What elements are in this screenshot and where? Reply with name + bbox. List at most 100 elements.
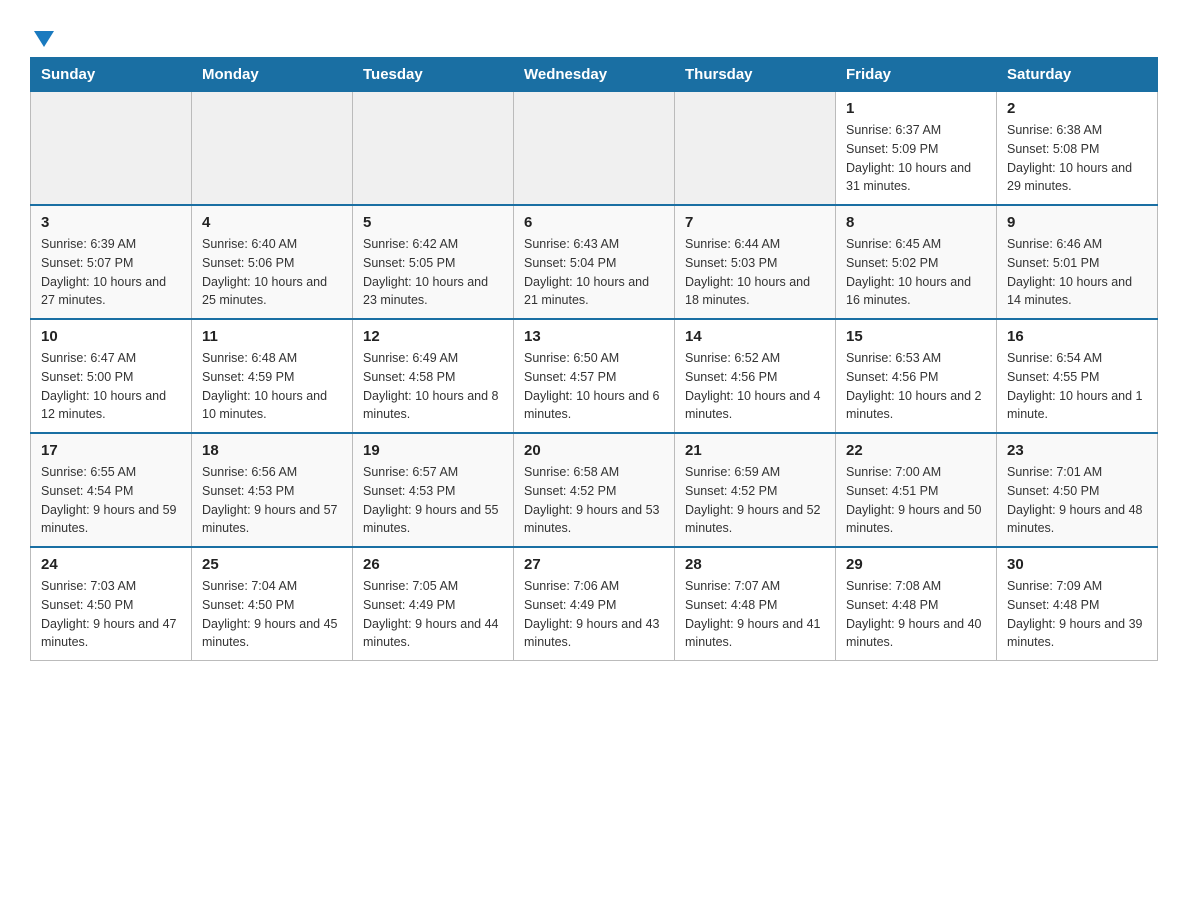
weekday-header-friday: Friday <box>836 58 997 92</box>
day-number: 22 <box>846 442 986 459</box>
day-number: 13 <box>524 328 664 345</box>
calendar-cell: 22 Sunrise: 7:00 AMSunset: 4:51 PMDayligh… <box>836 433 997 547</box>
day-info: Sunrise: 6:39 AMSunset: 5:07 PMDaylight:… <box>41 235 181 310</box>
day-info: Sunrise: 6:53 AMSunset: 4:56 PMDaylight:… <box>846 349 986 424</box>
day-number: 9 <box>1007 214 1147 231</box>
calendar-cell: 2 Sunrise: 6:38 AMSunset: 5:08 PMDaylight… <box>997 92 1158 206</box>
weekday-header-row: SundayMondayTuesdayWednesdayThursdayFrid… <box>31 58 1158 92</box>
calendar-cell: 24Sunrise: 7:03 AMSunset: 4:50 PMDayligh… <box>31 547 192 661</box>
calendar-cell <box>675 92 836 206</box>
calendar-week-row: 3 Sunrise: 6:39 AMSunset: 5:07 PMDaylight… <box>31 205 1158 319</box>
calendar-cell: 3 Sunrise: 6:39 AMSunset: 5:07 PMDaylight… <box>31 205 192 319</box>
day-number: 4 <box>202 214 342 231</box>
calendar-cell: 19 Sunrise: 6:57 AMSunset: 4:53 PMDayligh… <box>353 433 514 547</box>
calendar-cell: 27 Sunrise: 7:06 AMSunset: 4:49 PMDayligh… <box>514 547 675 661</box>
day-info: Sunrise: 6:59 AMSunset: 4:52 PMDaylight:… <box>685 463 825 538</box>
calendar-cell: 29 Sunrise: 7:08 AMSunset: 4:48 PMDayligh… <box>836 547 997 661</box>
calendar-cell: 21 Sunrise: 6:59 AMSunset: 4:52 PMDayligh… <box>675 433 836 547</box>
day-info: Sunrise: 7:05 AMSunset: 4:49 PMDaylight:… <box>363 577 503 652</box>
calendar-week-row: 10 Sunrise: 6:47 AMSunset: 5:00 PMDayligh… <box>31 319 1158 433</box>
logo <box>30 25 54 47</box>
calendar-cell: 9 Sunrise: 6:46 AMSunset: 5:01 PMDaylight… <box>997 205 1158 319</box>
day-number: 11 <box>202 328 342 345</box>
day-number: 29 <box>846 556 986 573</box>
day-info: Sunrise: 6:56 AMSunset: 4:53 PMDaylight:… <box>202 463 342 538</box>
weekday-header-sunday: Sunday <box>31 58 192 92</box>
day-info: Sunrise: 7:06 AMSunset: 4:49 PMDaylight:… <box>524 577 664 652</box>
calendar-cell: 5 Sunrise: 6:42 AMSunset: 5:05 PMDaylight… <box>353 205 514 319</box>
day-number: 19 <box>363 442 503 459</box>
calendar-cell: 23Sunrise: 7:01 AMSunset: 4:50 PMDayligh… <box>997 433 1158 547</box>
page-header <box>30 20 1158 47</box>
calendar-cell: 15 Sunrise: 6:53 AMSunset: 4:56 PMDayligh… <box>836 319 997 433</box>
day-number: 25 <box>202 556 342 573</box>
day-info: Sunrise: 6:42 AMSunset: 5:05 PMDaylight:… <box>363 235 503 310</box>
day-number: 2 <box>1007 100 1147 117</box>
day-info: Sunrise: 7:09 AMSunset: 4:48 PMDaylight:… <box>1007 577 1147 652</box>
day-info: Sunrise: 6:37 AMSunset: 5:09 PMDaylight:… <box>846 121 986 196</box>
calendar-cell: 28 Sunrise: 7:07 AMSunset: 4:48 PMDayligh… <box>675 547 836 661</box>
day-info: Sunrise: 7:08 AMSunset: 4:48 PMDaylight:… <box>846 577 986 652</box>
day-number: 10 <box>41 328 181 345</box>
calendar-cell: 30 Sunrise: 7:09 AMSunset: 4:48 PMDayligh… <box>997 547 1158 661</box>
day-number: 5 <box>363 214 503 231</box>
logo-triangle-icon <box>34 31 54 47</box>
day-number: 8 <box>846 214 986 231</box>
day-info: Sunrise: 6:54 AMSunset: 4:55 PMDaylight:… <box>1007 349 1147 424</box>
day-info: Sunrise: 6:55 AMSunset: 4:54 PMDaylight:… <box>41 463 181 538</box>
calendar-cell: 10 Sunrise: 6:47 AMSunset: 5:00 PMDayligh… <box>31 319 192 433</box>
calendar-cell <box>353 92 514 206</box>
day-number: 6 <box>524 214 664 231</box>
calendar-cell: 20 Sunrise: 6:58 AMSunset: 4:52 PMDayligh… <box>514 433 675 547</box>
calendar-cell: 1 Sunrise: 6:37 AMSunset: 5:09 PMDaylight… <box>836 92 997 206</box>
day-number: 30 <box>1007 556 1147 573</box>
day-number: 12 <box>363 328 503 345</box>
day-number: 28 <box>685 556 825 573</box>
calendar-cell: 6 Sunrise: 6:43 AMSunset: 5:04 PMDaylight… <box>514 205 675 319</box>
day-info: Sunrise: 6:43 AMSunset: 5:04 PMDaylight:… <box>524 235 664 310</box>
day-info: Sunrise: 7:00 AMSunset: 4:51 PMDaylight:… <box>846 463 986 538</box>
day-info: Sunrise: 7:01 AMSunset: 4:50 PMDaylight:… <box>1007 463 1147 538</box>
day-number: 27 <box>524 556 664 573</box>
calendar-cell: 18 Sunrise: 6:56 AMSunset: 4:53 PMDayligh… <box>192 433 353 547</box>
calendar-cell: 26 Sunrise: 7:05 AMSunset: 4:49 PMDayligh… <box>353 547 514 661</box>
calendar-week-row: 1 Sunrise: 6:37 AMSunset: 5:09 PMDaylight… <box>31 92 1158 206</box>
calendar-cell: 13 Sunrise: 6:50 AMSunset: 4:57 PMDayligh… <box>514 319 675 433</box>
day-info: Sunrise: 7:03 AMSunset: 4:50 PMDaylight:… <box>41 577 181 652</box>
weekday-header-thursday: Thursday <box>675 58 836 92</box>
calendar-cell <box>192 92 353 206</box>
day-info: Sunrise: 6:50 AMSunset: 4:57 PMDaylight:… <box>524 349 664 424</box>
calendar-cell: 14Sunrise: 6:52 AMSunset: 4:56 PMDayligh… <box>675 319 836 433</box>
day-info: Sunrise: 6:47 AMSunset: 5:00 PMDaylight:… <box>41 349 181 424</box>
day-number: 3 <box>41 214 181 231</box>
day-info: Sunrise: 7:07 AMSunset: 4:48 PMDaylight:… <box>685 577 825 652</box>
calendar-cell: 17 Sunrise: 6:55 AMSunset: 4:54 PMDayligh… <box>31 433 192 547</box>
day-number: 18 <box>202 442 342 459</box>
day-number: 17 <box>41 442 181 459</box>
calendar-cell: 8 Sunrise: 6:45 AMSunset: 5:02 PMDaylight… <box>836 205 997 319</box>
weekday-header-saturday: Saturday <box>997 58 1158 92</box>
day-number: 7 <box>685 214 825 231</box>
day-number: 20 <box>524 442 664 459</box>
day-info: Sunrise: 6:58 AMSunset: 4:52 PMDaylight:… <box>524 463 664 538</box>
day-number: 26 <box>363 556 503 573</box>
calendar-cell: 11Sunrise: 6:48 AMSunset: 4:59 PMDayligh… <box>192 319 353 433</box>
day-number: 1 <box>846 100 986 117</box>
day-info: Sunrise: 6:49 AMSunset: 4:58 PMDaylight:… <box>363 349 503 424</box>
calendar-cell <box>514 92 675 206</box>
day-number: 21 <box>685 442 825 459</box>
day-number: 15 <box>846 328 986 345</box>
calendar-cell: 25Sunrise: 7:04 AMSunset: 4:50 PMDayligh… <box>192 547 353 661</box>
day-info: Sunrise: 6:38 AMSunset: 5:08 PMDaylight:… <box>1007 121 1147 196</box>
calendar-week-row: 24Sunrise: 7:03 AMSunset: 4:50 PMDayligh… <box>31 547 1158 661</box>
calendar-cell: 16 Sunrise: 6:54 AMSunset: 4:55 PMDayligh… <box>997 319 1158 433</box>
day-info: Sunrise: 6:52 AMSunset: 4:56 PMDaylight:… <box>685 349 825 424</box>
day-info: Sunrise: 6:44 AMSunset: 5:03 PMDaylight:… <box>685 235 825 310</box>
day-info: Sunrise: 6:57 AMSunset: 4:53 PMDaylight:… <box>363 463 503 538</box>
calendar-cell: 12 Sunrise: 6:49 AMSunset: 4:58 PMDayligh… <box>353 319 514 433</box>
day-number: 16 <box>1007 328 1147 345</box>
day-info: Sunrise: 6:45 AMSunset: 5:02 PMDaylight:… <box>846 235 986 310</box>
day-info: Sunrise: 6:46 AMSunset: 5:01 PMDaylight:… <box>1007 235 1147 310</box>
weekday-header-monday: Monday <box>192 58 353 92</box>
calendar-table: SundayMondayTuesdayWednesdayThursdayFrid… <box>30 57 1158 661</box>
